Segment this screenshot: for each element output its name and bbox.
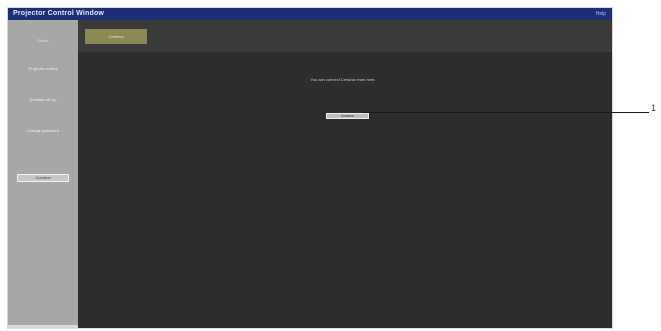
crestron-message: You can connect Crestron from here. — [310, 77, 376, 82]
tab-crestron[interactable]: Crestron — [85, 29, 147, 44]
crestron-button[interactable]: Crestron — [326, 113, 369, 119]
sidebar: Status Projector control Detailed set up… — [8, 20, 78, 328]
sidebar-item-change-password[interactable]: Change password — [10, 128, 76, 133]
page: Projector Control Window Help Status Pro… — [0, 0, 661, 331]
main-content: You can connect Crestron from here. Cres… — [78, 52, 612, 328]
callout-leader-line — [362, 112, 649, 113]
sidebar-item-detailed-setup[interactable]: Detailed set up — [10, 97, 76, 102]
tab-bar: Crestron — [78, 20, 612, 52]
title-bar: Projector Control Window Help — [8, 8, 612, 20]
sidebar-bottom-strip — [8, 325, 78, 328]
callout-label: 1 — [651, 103, 657, 113]
sidebar-item-projector-control[interactable]: Projector control — [10, 66, 76, 71]
help-link[interactable]: Help — [596, 8, 606, 20]
window-title: Projector Control Window — [13, 10, 105, 17]
sidebar-item-status[interactable]: Status — [10, 38, 76, 43]
sidebar-crestron-button[interactable]: Crestron — [17, 174, 69, 182]
projector-control-window: Projector Control Window Help Status Pro… — [7, 7, 613, 329]
